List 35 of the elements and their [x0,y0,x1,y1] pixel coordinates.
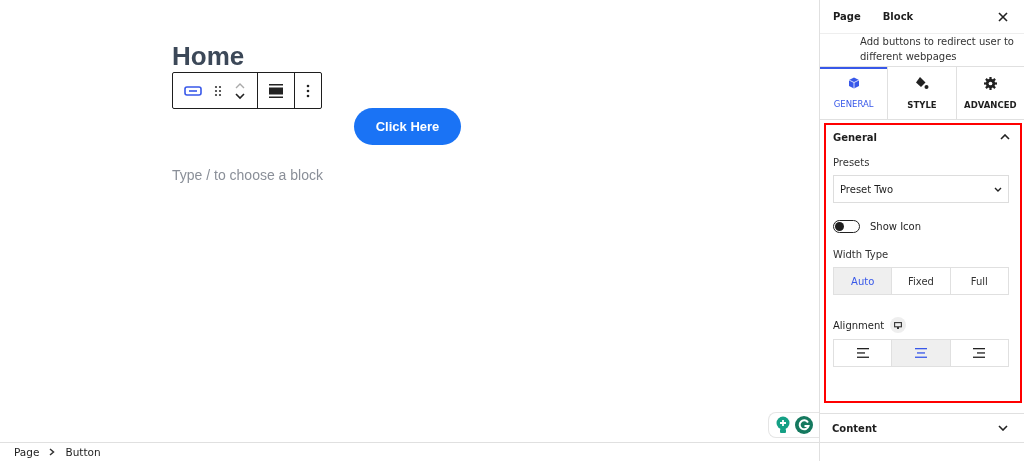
align-center-button[interactable] [891,340,950,366]
paint-bucket-icon [915,76,929,90]
align-icon [915,348,927,358]
general-section-header[interactable]: General [826,125,1020,149]
chevron-down-icon [994,186,1002,192]
grammar-check-icon[interactable] [795,416,813,434]
width-type-option[interactable]: Auto [834,268,892,294]
align-icon [856,348,869,358]
content-section-header[interactable]: Content [820,413,1024,443]
field-label: Presets [833,157,871,168]
field-label: Width Type [833,249,890,260]
settings-icon [983,76,997,90]
chevron-right-icon [49,448,56,456]
lightbulb-icon[interactable] [775,416,791,434]
breadcrumb-item[interactable]: Page [14,446,40,458]
drag-handle-icon[interactable] [214,84,222,97]
more-options-icon[interactable] [306,83,310,98]
click-here-button[interactable]: Click Here [354,108,461,145]
chevron-icon [1000,134,1010,140]
cube-icon [847,77,860,89]
sidebar-tab[interactable]: Page [822,0,872,33]
close-icon[interactable] [998,11,1008,22]
page-title: Home [172,42,246,70]
button-block-icon[interactable] [184,85,202,96]
sidebar-tab[interactable]: Block [871,0,925,33]
block-description: Add buttons to redirect user to different webpages [820,33,1024,66]
move-down-icon[interactable] [234,91,246,100]
device-icon[interactable] [890,317,907,333]
align-icon[interactable] [269,83,283,98]
chevron-icon [998,425,1008,431]
field-label: Alignment [833,319,885,331]
presets-dropdown[interactable]: Preset Two [833,175,1009,203]
toggle-label: Show Icon [870,221,922,232]
breadcrumb-item[interactable]: Button [65,446,101,458]
align-icon [973,348,986,358]
